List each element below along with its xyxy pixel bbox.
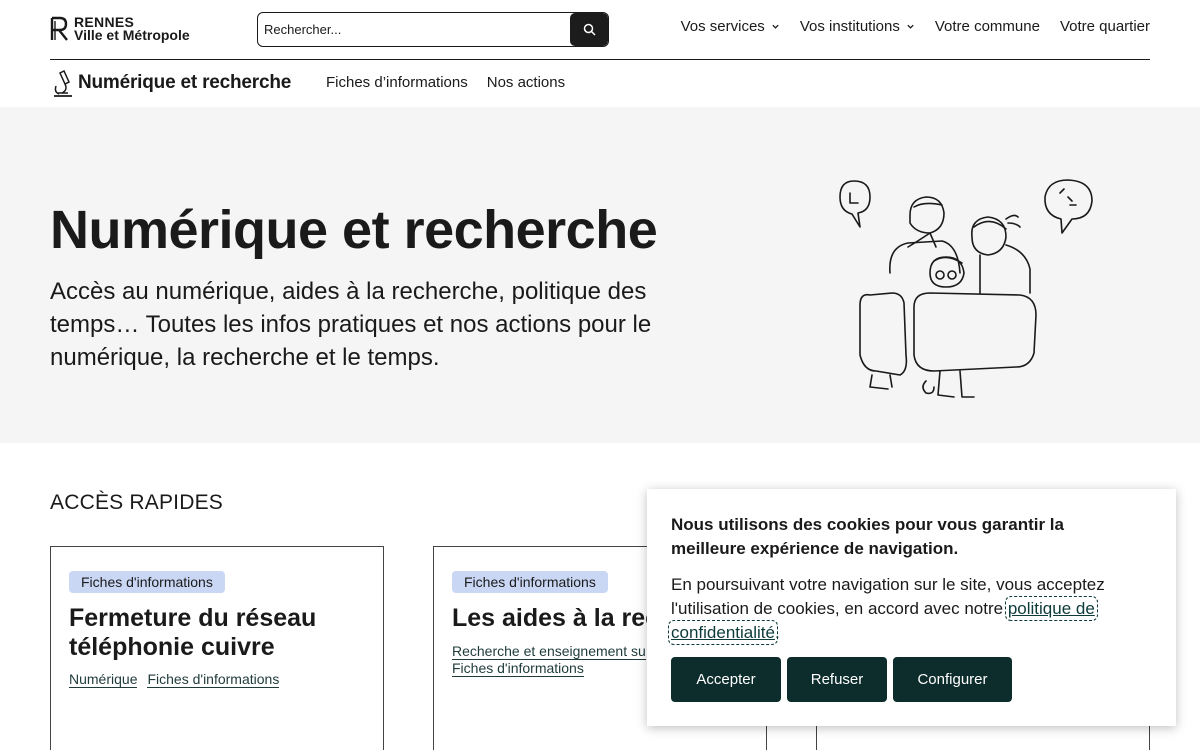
rennes-logo-icon <box>50 16 68 41</box>
chevron-down-icon <box>772 24 779 29</box>
card-title[interactable]: Fermeture du réseau téléphonie cuivre <box>69 604 369 662</box>
tag-link-fiches-informations[interactable]: Fiches d'informations <box>452 660 584 677</box>
configure-cookies-button[interactable]: Configurer <box>893 657 1012 702</box>
nav-votre-quartier[interactable]: Votre quartier <box>1060 18 1150 35</box>
microscope-icon <box>54 70 72 97</box>
category-badge: Fiches d'informations <box>452 571 608 593</box>
hero-section: Numérique et recherche Accès au numériqu… <box>0 107 1200 443</box>
nav-vos-institutions[interactable]: Vos institutions <box>800 18 915 35</box>
nav-label: Votre commune <box>934 18 1040 35</box>
search-icon <box>583 23 596 36</box>
search-bar <box>257 12 609 47</box>
cookie-banner: Nous utilisons des cookies pour vous gar… <box>647 489 1176 726</box>
logo-line-2: Ville et Métropole <box>74 27 190 43</box>
accept-cookies-button[interactable]: Accepter <box>671 657 781 702</box>
refuse-cookies-button[interactable]: Refuser <box>787 657 887 702</box>
card-tags: Numérique Fiches d'informations <box>69 671 280 688</box>
section-header: Numérique et recherche Fiches d’informat… <box>0 60 1200 107</box>
site-header: RENNES Ville et Métropole Vos services V… <box>0 0 1200 60</box>
nav-label: Votre quartier <box>1059 18 1150 35</box>
search-input[interactable] <box>258 13 570 46</box>
tag-link-recherche-enseignement[interactable]: Recherche et enseignement su <box>452 643 646 660</box>
main-nav: Vos services Vos institutions Votre comm… <box>681 18 1150 35</box>
quick-access-title: ACCÈS RAPIDES <box>50 491 223 514</box>
cookie-text: En poursuivant votre navigation sur le s… <box>668 573 1151 645</box>
tag-link-fiches-informations[interactable]: Fiches d'informations <box>147 671 280 688</box>
page-title: Numérique et recherche <box>50 200 658 260</box>
tag-link-numerique[interactable]: Numérique <box>69 671 138 688</box>
nav-label: Vos services <box>680 18 765 35</box>
cookie-body-end: . <box>774 623 780 642</box>
nav-label: Vos institutions <box>799 18 900 35</box>
people-at-computer-illustration <box>839 179 1093 398</box>
nav-votre-commune[interactable]: Votre commune <box>935 18 1040 35</box>
cookie-actions: Accepter Refuser Configurer <box>671 657 1012 702</box>
chevron-down-icon <box>907 24 914 29</box>
hero-description: Accès au numérique, aides à la recherche… <box>50 278 652 371</box>
subnav-fiches-informations[interactable]: Fiches d’informations <box>326 74 468 91</box>
section-nav: Fiches d’informations Nos actions <box>326 74 565 91</box>
search-button[interactable] <box>570 13 608 46</box>
cookie-heading: Nous utilisons des cookies pour vous gar… <box>671 515 1064 558</box>
category-badge: Fiches d'informations <box>69 571 225 593</box>
subnav-nos-actions[interactable]: Nos actions <box>487 74 565 91</box>
nav-vos-services[interactable]: Vos services <box>681 18 780 35</box>
quick-access-card[interactable]: Fiches d'informations Fermeture du résea… <box>50 546 384 750</box>
rennes-logo[interactable]: RENNES Ville et Métropole <box>50 15 195 43</box>
section-title[interactable]: Numérique et recherche <box>78 72 291 94</box>
